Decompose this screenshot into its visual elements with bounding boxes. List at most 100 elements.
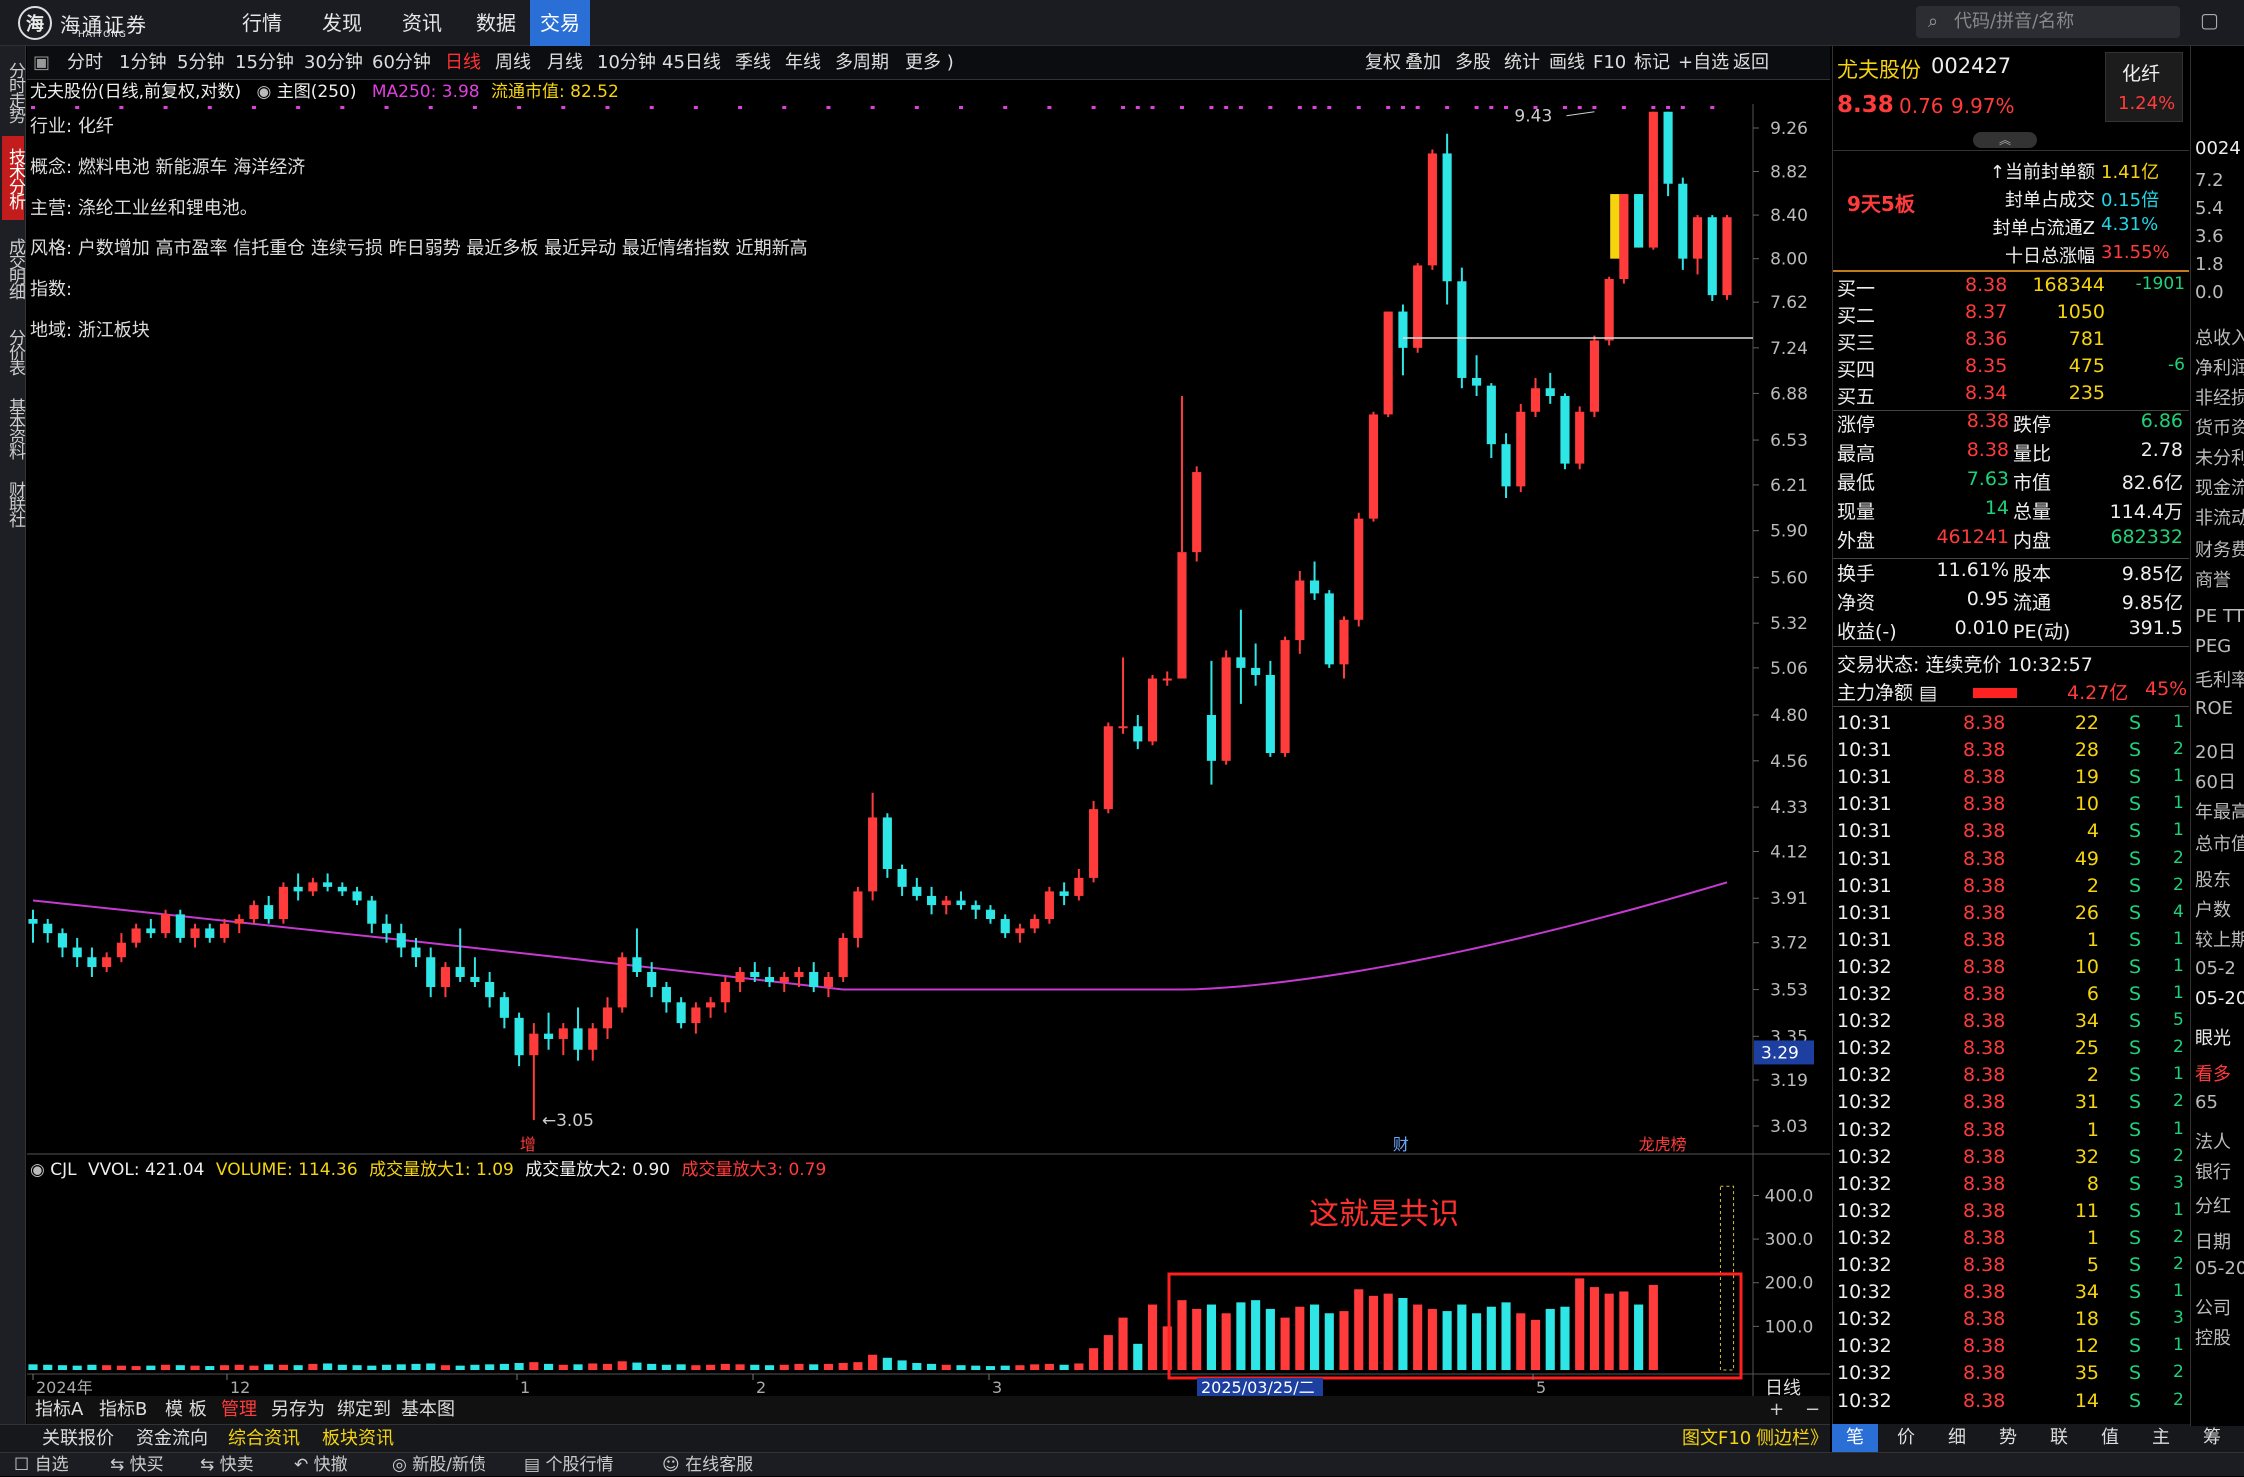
volume-bar[interactable] bbox=[543, 1363, 554, 1370]
volume-bar[interactable] bbox=[72, 1365, 82, 1370]
candle[interactable] bbox=[1663, 111, 1673, 197]
volume-bar[interactable] bbox=[853, 1362, 863, 1370]
candle[interactable] bbox=[264, 895, 274, 924]
volume-bar[interactable] bbox=[720, 1363, 730, 1370]
volume-bar[interactable] bbox=[1413, 1304, 1423, 1370]
candle[interactable] bbox=[102, 952, 112, 973]
candle[interactable] bbox=[352, 886, 362, 906]
period-12[interactable]: 年线 bbox=[785, 46, 821, 80]
candle[interactable] bbox=[116, 933, 126, 963]
volume-bar[interactable] bbox=[661, 1364, 671, 1370]
volume-bar[interactable] bbox=[882, 1357, 892, 1370]
candle[interactable] bbox=[337, 882, 347, 896]
period-5[interactable]: 60分钟 bbox=[372, 46, 431, 80]
candle[interactable] bbox=[1575, 406, 1585, 470]
candle[interactable] bbox=[1354, 512, 1364, 627]
volume-bar[interactable] bbox=[1295, 1306, 1305, 1370]
quick-action-3[interactable]: ↶ 快撤 bbox=[294, 1453, 348, 1477]
volume-bar[interactable] bbox=[1074, 1363, 1084, 1370]
candle[interactable] bbox=[956, 891, 966, 910]
candle[interactable] bbox=[1030, 914, 1040, 934]
bid-price[interactable]: 8.38 bbox=[1965, 274, 2007, 296]
candle[interactable] bbox=[1251, 643, 1261, 686]
candle[interactable] bbox=[853, 886, 863, 948]
volume-bar[interactable] bbox=[102, 1365, 112, 1370]
volume-bar[interactable] bbox=[1604, 1293, 1614, 1370]
volume-bar[interactable] bbox=[264, 1364, 274, 1370]
candle[interactable] bbox=[1295, 570, 1305, 654]
left-tab-2[interactable]: 成交明细 bbox=[2, 226, 25, 310]
volume-bar[interactable] bbox=[1516, 1313, 1526, 1370]
volume-bar[interactable] bbox=[706, 1364, 716, 1370]
candle[interactable] bbox=[706, 997, 716, 1018]
candle[interactable] bbox=[43, 919, 53, 943]
candle[interactable] bbox=[1678, 177, 1688, 270]
candle[interactable] bbox=[205, 923, 215, 943]
candle[interactable] bbox=[396, 923, 406, 958]
volume-bar[interactable] bbox=[411, 1363, 421, 1370]
volume-bar[interactable] bbox=[1118, 1317, 1128, 1370]
candle[interactable] bbox=[691, 1002, 701, 1034]
candle[interactable] bbox=[1501, 433, 1511, 498]
volume-bar[interactable] bbox=[1177, 1300, 1187, 1370]
volume-bar[interactable] bbox=[588, 1363, 598, 1370]
candle[interactable] bbox=[1707, 215, 1717, 301]
volume-bar[interactable] bbox=[1354, 1289, 1364, 1370]
volume-bar[interactable] bbox=[1575, 1278, 1585, 1370]
volume-bar[interactable] bbox=[985, 1366, 996, 1370]
volume-bar[interactable] bbox=[323, 1363, 333, 1370]
volume-bar[interactable] bbox=[514, 1363, 524, 1370]
volume-bar[interactable] bbox=[1221, 1313, 1231, 1370]
candle[interactable] bbox=[455, 928, 465, 982]
candle[interactable] bbox=[1339, 616, 1349, 679]
candle[interactable] bbox=[1472, 355, 1482, 397]
bid-price[interactable]: 8.37 bbox=[1965, 301, 2007, 323]
candle[interactable] bbox=[440, 962, 451, 998]
candle[interactable] bbox=[1634, 194, 1644, 248]
candle[interactable] bbox=[632, 928, 642, 977]
volume-bar[interactable] bbox=[1059, 1364, 1069, 1370]
period-7[interactable]: 周线 bbox=[495, 46, 531, 80]
candle[interactable] bbox=[661, 981, 671, 1013]
indicator-tab-2[interactable]: 模 板 bbox=[165, 1396, 207, 1424]
chart-tool-5[interactable]: F10 bbox=[1593, 46, 1626, 80]
volume-bar[interactable] bbox=[926, 1363, 937, 1370]
quote-tab-2[interactable]: 细 bbox=[1934, 1424, 1980, 1452]
volume-bar[interactable] bbox=[1030, 1364, 1040, 1370]
period-14[interactable]: 更多 ) bbox=[905, 46, 954, 80]
chart-tool-1[interactable]: 叠加 bbox=[1405, 46, 1441, 80]
volume-bar[interactable] bbox=[87, 1364, 97, 1370]
volume-bar[interactable] bbox=[43, 1364, 53, 1370]
volume-bar[interactable] bbox=[1457, 1304, 1467, 1370]
quick-action-4[interactable]: ◎ 新股/新债 bbox=[392, 1453, 486, 1477]
candle[interactable] bbox=[1530, 377, 1541, 418]
stock-search-input[interactable]: ⌕ 代码/拼音/名称 bbox=[1916, 6, 2180, 38]
left-tab-5[interactable]: 财联社 bbox=[2, 470, 25, 536]
nav-3[interactable]: 数据 bbox=[466, 0, 526, 46]
zoom-out-icon[interactable]: − bbox=[1805, 1396, 1820, 1424]
chart-tool-3[interactable]: 统计 bbox=[1504, 46, 1540, 80]
candle[interactable] bbox=[1236, 609, 1246, 704]
volume-bar[interactable] bbox=[941, 1364, 951, 1370]
candle[interactable] bbox=[175, 909, 185, 943]
volume-bar[interactable] bbox=[676, 1364, 686, 1370]
left-tab-4[interactable]: 基本资料 bbox=[2, 392, 25, 464]
bid-price[interactable]: 8.34 bbox=[1965, 382, 2007, 404]
volume-bar[interactable] bbox=[161, 1364, 171, 1370]
volume-bar[interactable] bbox=[219, 1365, 230, 1370]
volume-bar[interactable] bbox=[367, 1365, 377, 1370]
quick-action-2[interactable]: ⇆ 快卖 bbox=[200, 1453, 254, 1477]
candle[interactable] bbox=[249, 900, 259, 924]
candle[interactable] bbox=[1192, 466, 1202, 562]
f10-link[interactable]: 图文F10 bbox=[1682, 1425, 1751, 1453]
candle[interactable] bbox=[323, 873, 333, 892]
chart-tool-4[interactable]: 画线 bbox=[1549, 46, 1585, 80]
volume-bar[interactable] bbox=[971, 1365, 981, 1370]
volume-bar[interactable] bbox=[691, 1365, 701, 1370]
candle[interactable] bbox=[676, 997, 686, 1029]
period-3[interactable]: 15分钟 bbox=[235, 46, 294, 80]
candle[interactable] bbox=[735, 967, 745, 993]
candle[interactable] bbox=[529, 1023, 539, 1121]
candle[interactable] bbox=[367, 895, 377, 934]
period-2[interactable]: 5分钟 bbox=[177, 46, 224, 80]
